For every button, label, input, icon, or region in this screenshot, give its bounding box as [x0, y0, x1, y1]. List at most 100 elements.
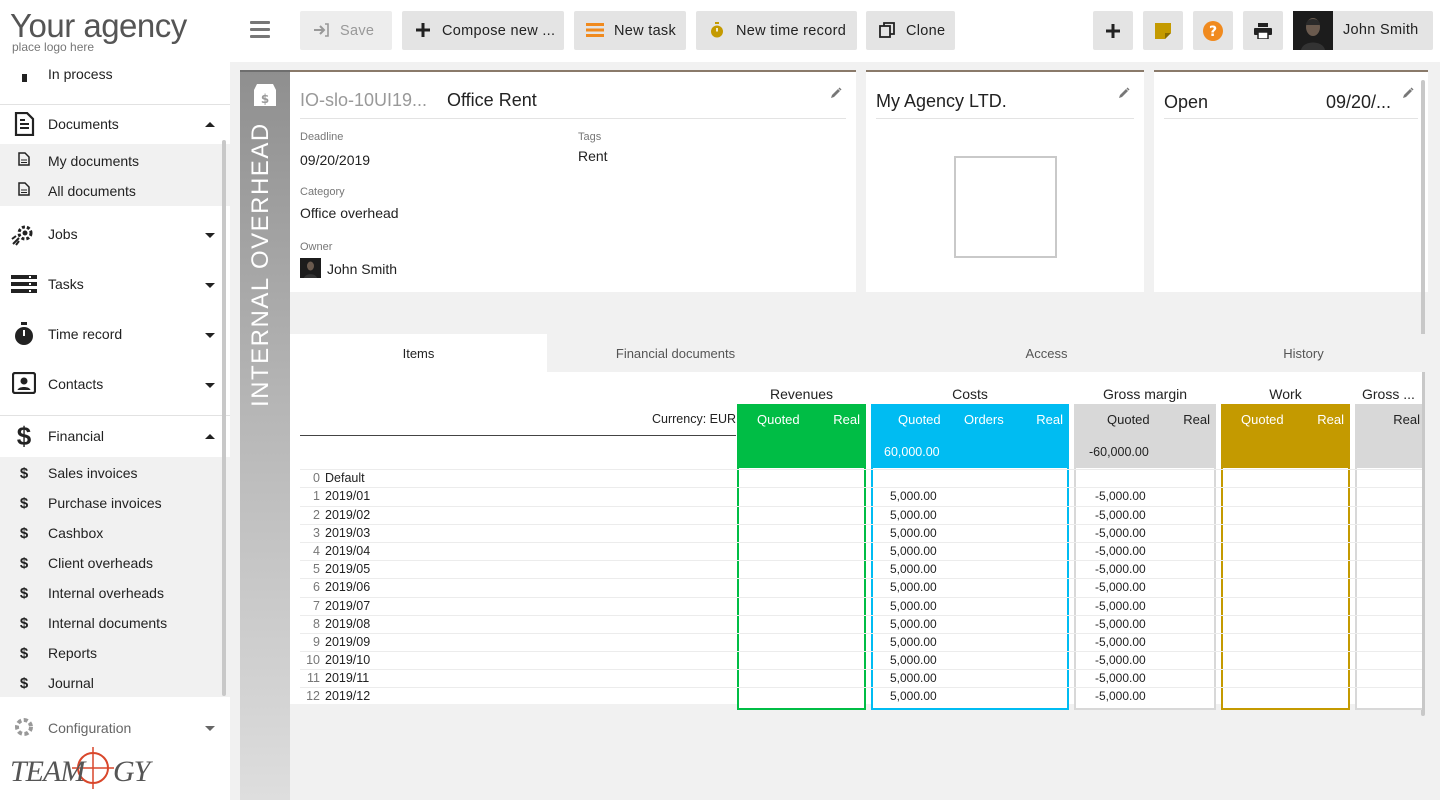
- sidebar-item-journal[interactable]: $ Journal: [0, 668, 222, 698]
- collapse-icon[interactable]: [205, 122, 215, 127]
- divider: [1164, 118, 1418, 119]
- svg-text:?: ?: [1209, 24, 1217, 40]
- print-button[interactable]: [1243, 11, 1283, 50]
- deadline-value: 09/20/2019: [300, 152, 371, 168]
- sidebar-item-label: Client overheads: [48, 555, 154, 571]
- record-code: IO-slo-10UI19...: [300, 90, 428, 110]
- sidebar-item-tasks[interactable]: Tasks: [0, 264, 230, 304]
- gross-margin-total-value: -60,000.00: [1089, 445, 1149, 459]
- sticky-note-icon: [1155, 22, 1171, 39]
- record-info-card: IO-slo-10UI19... Office Rent Deadline 09…: [290, 70, 856, 292]
- record-name: Office Rent: [447, 90, 537, 110]
- documents-submenu: My documents All documents: [0, 144, 230, 206]
- row-cost-quoted: 5,000.00: [890, 489, 937, 503]
- clone-button[interactable]: Clone: [866, 11, 955, 50]
- sidebar-item-all-documents[interactable]: All documents: [0, 176, 222, 206]
- owner-label: Owner: [300, 241, 333, 253]
- dollar-icon: $: [16, 421, 32, 451]
- costs-header: Costs: [952, 386, 988, 402]
- sidebar-item-jobs[interactable]: Jobs: [0, 214, 230, 254]
- expand-icon[interactable]: [205, 283, 215, 288]
- row-number: 2: [313, 508, 320, 522]
- row-gross-margin-quoted: -5,000.00: [1095, 580, 1146, 594]
- sidebar-item-label: Documents: [48, 116, 119, 132]
- sidebar-item-contacts[interactable]: Contacts: [0, 364, 230, 404]
- edit-icon[interactable]: [1118, 86, 1130, 102]
- new-time-record-button[interactable]: New time record: [696, 11, 857, 50]
- hamburger-menu-icon[interactable]: [250, 21, 270, 39]
- task-list-icon: [586, 21, 604, 39]
- help-button[interactable]: ?: [1193, 11, 1233, 50]
- save-button[interactable]: Save: [300, 11, 392, 50]
- row-name: Default: [325, 471, 365, 485]
- row-number: 9: [313, 635, 320, 649]
- sidebar-scrollbar[interactable]: [222, 140, 226, 696]
- row-name: 2019/09: [325, 635, 371, 649]
- sidebar-item-label: Configuration: [48, 720, 132, 736]
- tab-access[interactable]: Access: [918, 334, 1175, 372]
- logo-main-text: Your agency: [10, 7, 187, 44]
- add-button[interactable]: [1093, 11, 1133, 50]
- status-date: 09/20/...: [1326, 92, 1392, 112]
- agency-logo[interactable]: Your agency place logo here: [10, 7, 187, 60]
- work-header: Work: [1269, 386, 1302, 402]
- sidebar-item-label: Sales invoices: [48, 465, 138, 481]
- money-box-icon: $: [252, 82, 278, 111]
- tab-items[interactable]: Items: [290, 334, 547, 372]
- record-detail: $ INTERNAL OVERHEAD IO-slo-10UI19... Off…: [240, 70, 1430, 800]
- sidebar-item-sales-invoices[interactable]: $ Sales invoices: [0, 458, 222, 488]
- row-gross-margin-quoted: -5,000.00: [1095, 689, 1146, 703]
- expand-icon[interactable]: [205, 383, 215, 388]
- help-icon: ?: [1203, 20, 1223, 41]
- edit-icon[interactable]: [830, 86, 842, 102]
- sidebar-item-label: Financial: [48, 428, 105, 444]
- row-cost-quoted: 5,000.00: [890, 671, 937, 685]
- revenues-subheader: Quoted Real: [737, 404, 866, 436]
- sidebar-item-label: Internal overheads: [48, 585, 164, 601]
- sidebar-item-client-overheads[interactable]: $ Client overheads: [0, 548, 222, 578]
- gross-margin-quoted-header: Quoted: [1107, 412, 1150, 427]
- revenues-header: Revenues: [769, 386, 834, 402]
- sidebar-item-my-documents[interactable]: My documents: [0, 146, 222, 176]
- deadline-label: Deadline: [300, 131, 344, 143]
- gross-margin-header: Gross margin: [1102, 386, 1188, 402]
- gross-2-header: Gross ...: [1362, 386, 1415, 402]
- row-cost-quoted: 5,000.00: [890, 653, 937, 667]
- row-number: 11: [307, 671, 320, 685]
- row-cost-quoted: 5,000.00: [890, 508, 937, 522]
- dollar-icon: $: [19, 464, 29, 482]
- clone-label: Clone: [906, 22, 946, 39]
- sidebar-item-financial[interactable]: $ Financial: [0, 416, 230, 456]
- expand-icon[interactable]: [205, 726, 215, 731]
- expand-icon[interactable]: [205, 333, 215, 338]
- new-task-label: New task: [614, 22, 677, 39]
- compose-new-button[interactable]: Compose new ...: [402, 11, 564, 50]
- work-subheader: Quoted Real: [1221, 404, 1350, 436]
- sticky-note-button[interactable]: [1143, 11, 1183, 50]
- sidebar-item-purchase-invoices[interactable]: $ Purchase invoices: [0, 488, 222, 518]
- status-card: Open 09/20/...: [1154, 70, 1428, 292]
- collapse-icon[interactable]: [205, 434, 215, 439]
- sidebar-item-documents[interactable]: Documents: [0, 105, 230, 143]
- sidebar-item-label: My documents: [48, 153, 140, 169]
- tab-financial-documents[interactable]: Financial documents: [547, 334, 804, 372]
- row-gross-margin-quoted: -5,000.00: [1095, 617, 1146, 631]
- work-real-header: Real: [1317, 412, 1344, 427]
- expand-icon[interactable]: [205, 233, 215, 238]
- document-icon: [11, 112, 37, 136]
- edit-icon[interactable]: [1402, 86, 1414, 102]
- row-gross-margin-quoted: -5,000.00: [1095, 508, 1146, 522]
- dollar-icon: $: [19, 644, 29, 662]
- row-name: 2019/04: [325, 544, 371, 558]
- divider: [876, 118, 1134, 119]
- sidebar-item-in-process[interactable]: In process: [0, 62, 230, 86]
- sidebar-item-reports[interactable]: $ Reports: [0, 638, 222, 668]
- sidebar-item-cashbox[interactable]: $ Cashbox: [0, 518, 222, 548]
- new-task-button[interactable]: New task: [574, 11, 686, 50]
- sidebar-item-time-record[interactable]: Time record: [0, 314, 230, 354]
- sidebar-item-internal-overheads[interactable]: $ Internal overheads: [0, 578, 222, 608]
- sidebar-item-configuration[interactable]: Configuration: [0, 710, 230, 740]
- user-menu-button[interactable]: John Smith: [1293, 11, 1433, 50]
- sidebar-item-internal-documents[interactable]: $ Internal documents: [0, 608, 222, 638]
- tab-history[interactable]: History: [1175, 334, 1432, 372]
